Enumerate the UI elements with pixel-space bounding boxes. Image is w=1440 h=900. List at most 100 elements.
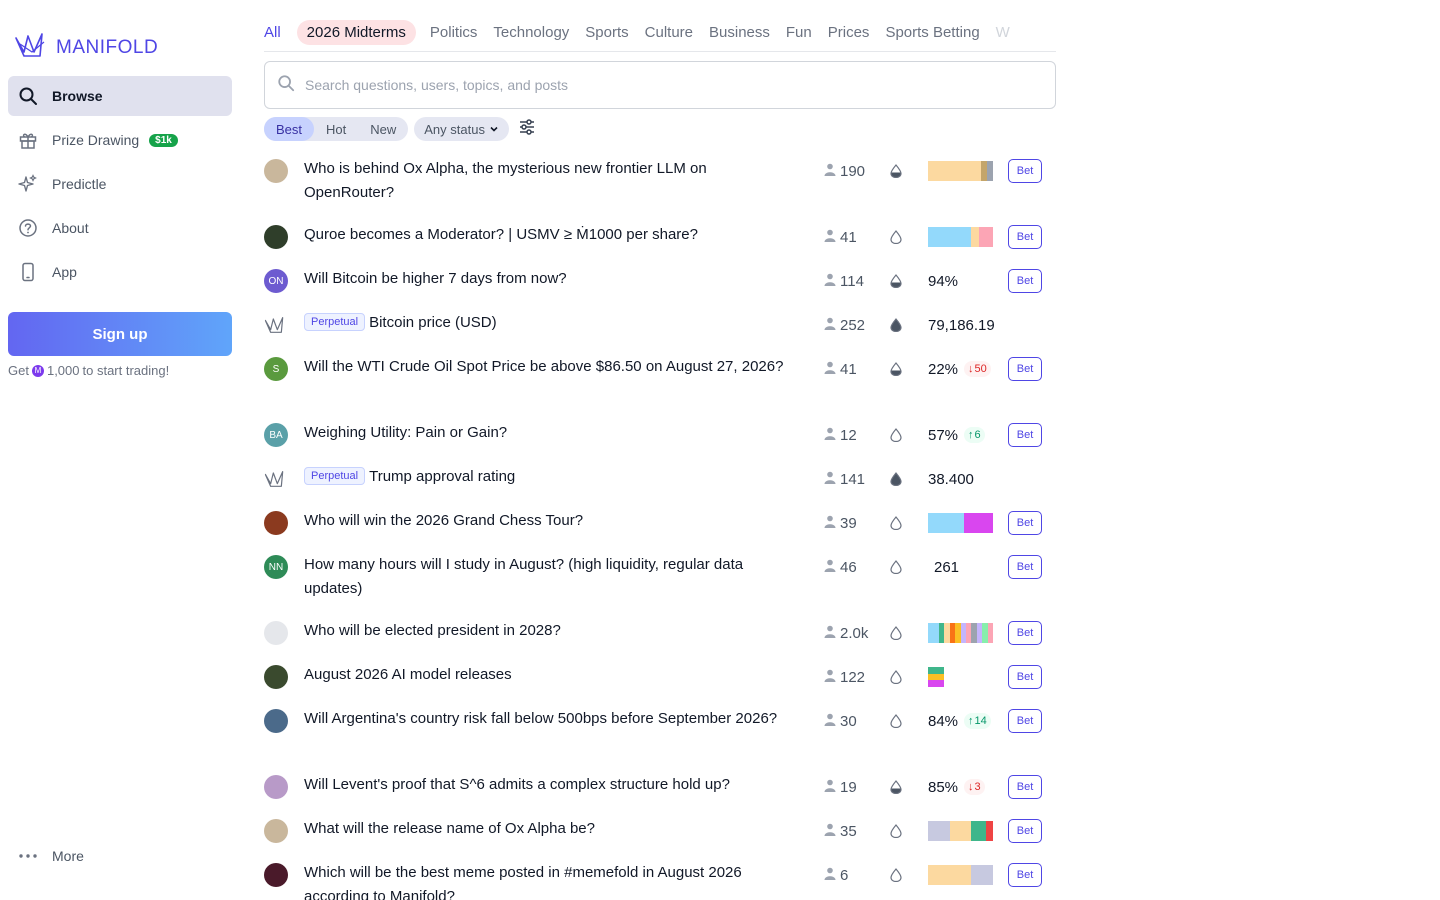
creator-avatar[interactable] [264,511,288,535]
probability-change-badge: ↓ 50 [964,361,991,377]
topic-tabs: All 2026 Midterms Politics Technology Sp… [264,14,1056,52]
manifold-logo[interactable]: MANIFOLD [14,30,158,65]
more-menu[interactable]: More [8,836,84,876]
answer-distribution-bar [928,161,993,181]
sidebar-item-label: Prize Drawing [52,132,140,148]
tab-all[interactable]: All [264,24,289,41]
bet-button[interactable]: Bet [1008,819,1042,843]
search-icon [277,74,295,97]
creator-avatar[interactable] [264,775,288,799]
creator-avatar[interactable] [264,159,288,183]
sidebar-item-label: About [52,220,89,236]
bet-button[interactable]: Bet [1008,555,1042,579]
creator-avatar[interactable] [264,863,288,887]
sidebar-item-browse[interactable]: Browse [8,76,232,116]
market-title[interactable]: Who is behind Ox Alpha, the mysterious n… [304,157,794,205]
tab-sports-betting[interactable]: Sports Betting [877,24,987,41]
answer-distribution-bar [928,821,993,841]
bet-button[interactable]: Bet [1008,709,1042,733]
liquidity-drop-icon [890,670,902,685]
sidebar-item-app[interactable]: App [8,252,232,292]
creator-avatar[interactable] [264,665,288,689]
market-title[interactable]: What will the release name of Ox Alpha b… [304,817,794,841]
sort-hot[interactable]: Hot [314,117,358,141]
creator-avatar[interactable]: ON [264,269,288,293]
tab-overflow[interactable]: W [988,24,1018,41]
creator-avatar[interactable] [264,621,288,645]
tab-2026-midterms[interactable]: 2026 Midterms [296,20,416,45]
market-title-text: Will Bitcoin be higher 7 days from now? [304,270,567,287]
manifold-crown-icon[interactable] [264,313,288,337]
creator-avatar[interactable]: S [264,357,288,381]
market-title[interactable]: Who will win the 2026 Grand Chess Tour? [304,509,794,533]
sidebar-item-prize-drawing[interactable]: Prize Drawing $1k [8,120,232,160]
tab-technology[interactable]: Technology [485,24,577,41]
answer-stack [928,667,944,688]
manifold-crown-icon[interactable] [264,467,288,491]
market-title-text: Will Levent's proof that S^6 admits a co… [304,776,730,793]
market-title-text: Who will be elected president in 2028? [304,622,561,639]
bet-button[interactable]: Bet [1008,775,1042,799]
tab-sports[interactable]: Sports [577,24,636,41]
creator-avatar[interactable] [264,225,288,249]
market-title[interactable]: Will Levent's proof that S^6 admits a co… [304,773,794,797]
creator-avatar[interactable]: NN [264,555,288,579]
creator-avatar[interactable] [264,709,288,733]
market-title[interactable]: How many hours will I study in August? (… [304,553,794,601]
trader-count: 122 [824,665,865,689]
bet-button[interactable]: Bet [1008,863,1042,887]
market-title[interactable]: Weighing Utility: Pain or Gain? [304,421,794,445]
tab-politics[interactable]: Politics [422,24,486,41]
market-title[interactable]: Who will be elected president in 2028? [304,619,794,643]
status-dropdown[interactable]: Any status [414,117,509,141]
market-title[interactable]: Quroe becomes a Moderator? | USMV ≥ Ṁ100… [304,223,794,247]
signup-button[interactable]: Sign up [8,312,232,356]
answer-segment [964,513,972,533]
market-title[interactable]: Which will be the best meme posted in #m… [304,861,794,900]
trader-count-value: 114 [840,272,864,290]
filter-settings-button[interactable] [515,117,539,141]
answer-distribution-bar [928,865,993,885]
market-title-text: August 2026 AI model releases [304,666,512,683]
tab-fun[interactable]: Fun [778,24,820,41]
search-input[interactable] [305,77,1005,93]
mana-coin-icon: M [31,364,44,377]
bet-button[interactable]: Bet [1008,225,1042,249]
market-title-text: Weighing Utility: Pain or Gain? [304,424,508,441]
user-icon [824,559,836,576]
user-icon [824,625,836,642]
bet-button[interactable]: Bet [1008,423,1042,447]
tab-culture[interactable]: Culture [637,24,701,41]
probability-change-value: 50 [974,363,987,375]
trader-count-value: 141 [840,470,866,488]
sort-new[interactable]: New [358,117,408,141]
probability-change-badge: ↑ 14 [964,713,991,729]
market-title[interactable]: Will the WTI Crude Oil Spot Price be abo… [304,355,794,379]
market-title[interactable]: Will Argentina's country risk fall below… [304,707,794,731]
trader-count: 41 [824,225,857,249]
sidebar-item-about[interactable]: About [8,208,232,248]
bet-button[interactable]: Bet [1008,159,1042,183]
user-icon [824,669,836,686]
market-title[interactable]: Perpetual Bitcoin price (USD) [304,311,794,335]
arrow-down-icon: ↓ [968,781,974,793]
arrow-up-icon: ↑ [968,715,974,727]
market-title[interactable]: Will Bitcoin be higher 7 days from now? [304,267,794,291]
probability-value: 22% [928,360,959,378]
tab-prices[interactable]: Prices [820,24,878,41]
market-title[interactable]: Perpetual Trump approval rating [304,465,794,489]
answer-segment [928,513,936,533]
creator-avatar[interactable] [264,819,288,843]
avatar-initials: S [272,363,280,375]
bet-button[interactable]: Bet [1008,621,1042,645]
bet-button[interactable]: Bet [1008,269,1042,293]
answer-segment [987,623,994,643]
tab-business[interactable]: Business [701,24,778,41]
bet-button[interactable]: Bet [1008,511,1042,535]
creator-avatar[interactable]: BA [264,423,288,447]
sort-best[interactable]: Best [264,117,315,141]
bet-button[interactable]: Bet [1008,665,1042,689]
bet-button[interactable]: Bet [1008,357,1042,381]
market-title[interactable]: August 2026 AI model releases [304,663,794,687]
sidebar-item-predictle[interactable]: Predictle [8,164,232,204]
